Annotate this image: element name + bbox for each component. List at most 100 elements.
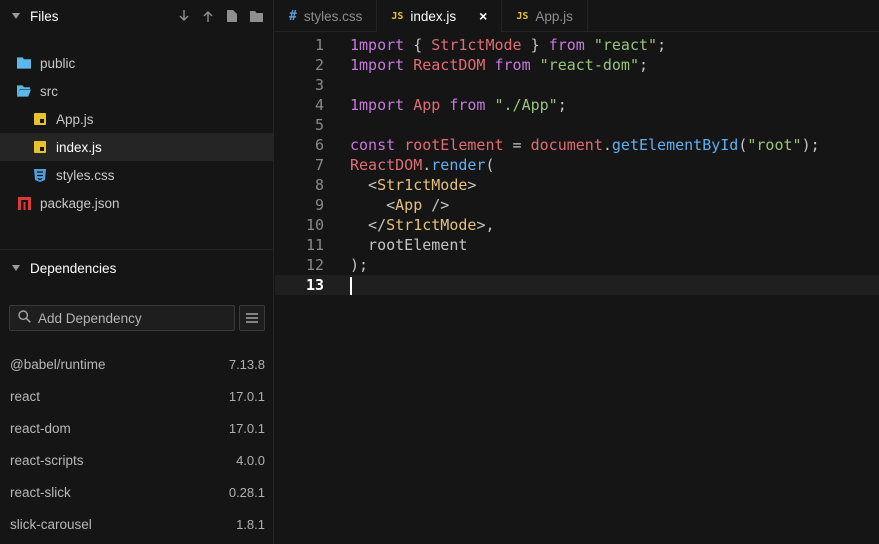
dependency-row[interactable]: react 17.0.1 (0, 380, 273, 412)
code-token: document (530, 136, 603, 154)
new-file-icon[interactable] (225, 8, 239, 24)
js-file-icon (33, 112, 47, 126)
dependency-name: react-slick (10, 484, 71, 500)
code-line: 3 (275, 75, 879, 95)
file-tree-item[interactable]: index.js (0, 133, 273, 161)
file-name: App.js (56, 111, 94, 127)
js-file-icon: JS (391, 10, 404, 22)
file-name: index.js (56, 139, 102, 155)
line-number: 3 (314, 76, 324, 94)
code-token: = (503, 136, 531, 154)
code-token: "./App" (494, 96, 558, 114)
file-tree-item[interactable]: src (0, 77, 273, 105)
code-token: ( (485, 156, 495, 174)
dependency-name: @babel/runtime (10, 356, 106, 372)
line-content: ); (324, 255, 368, 275)
line-number: 8 (314, 176, 324, 194)
file-tree-item[interactable]: package.json (0, 189, 273, 217)
dependency-search-row (0, 286, 273, 331)
dependency-name: react-scripts (10, 452, 84, 468)
new-folder-icon[interactable] (249, 8, 263, 24)
code-token: { (404, 36, 432, 54)
dependency-row[interactable]: @babel/runtime 7.13.8 (0, 348, 273, 380)
code-token: from (548, 36, 585, 54)
line-content: ReactDOM.render( (324, 155, 495, 175)
dependency-row[interactable]: react-scripts 4.0.0 (0, 444, 273, 476)
editor-tabs: # styles.css JS index.js × JS App.js (275, 0, 879, 32)
line-content: 1mport { Str1ctMode } from "react"; (324, 35, 666, 55)
code-token: rootElement (404, 136, 504, 154)
line-number: 11 (305, 236, 324, 254)
file-name: src (40, 83, 58, 99)
line-number: 12 (305, 256, 324, 274)
files-panel-header[interactable]: Files (0, 0, 273, 32)
code-area[interactable]: 1 1mport { Str1ctMode } from "react"; 2 1mp… (275, 32, 879, 295)
arrow-down-icon[interactable] (177, 8, 191, 24)
file-name: package.json (40, 195, 120, 211)
code-token: 1mport (350, 96, 405, 114)
code-token: } (521, 36, 549, 54)
code-line: 12); (275, 255, 879, 275)
text-cursor (350, 276, 352, 295)
dependencies-panel-header[interactable]: Dependencies (0, 250, 273, 286)
dependency-search-input[interactable] (38, 310, 218, 326)
editor-tab[interactable]: JS index.js × (377, 0, 503, 32)
line-content: const rootElement = document.getElementB… (324, 135, 820, 155)
line-number: 2 (314, 56, 324, 74)
line-content: rootElement (324, 235, 467, 255)
editor-tab[interactable]: JS App.js (502, 0, 588, 32)
collapse-caret-icon[interactable] (12, 13, 20, 19)
code-token: </ (350, 216, 387, 234)
js-file-icon (33, 140, 47, 154)
code-token: 1mport (350, 36, 405, 54)
code-token: App (413, 96, 441, 114)
file-tree-item[interactable]: styles.css (0, 161, 273, 189)
code-line: 8 <Str1ctMode> (275, 175, 879, 195)
dependency-version: 17.0.1 (228, 388, 265, 404)
code-token: ); (801, 136, 820, 154)
code-line: 9 <App /> (275, 195, 879, 215)
code-token: "react" (593, 36, 658, 54)
code-line: 11 rootElement (275, 235, 879, 255)
dependency-row[interactable]: slick-carousel 1.8.1 (0, 508, 273, 540)
collapse-caret-icon[interactable] (12, 265, 20, 271)
arrow-up-icon[interactable] (201, 8, 215, 24)
close-icon[interactable]: × (479, 8, 487, 24)
code-token: 1mport (350, 56, 405, 74)
line-number: 5 (314, 116, 324, 134)
dependency-menu-button[interactable] (239, 305, 265, 331)
file-tree-item[interactable]: App.js (0, 105, 273, 133)
file-tree-item[interactable]: public (0, 49, 273, 77)
code-token: < (350, 176, 378, 194)
dependency-name: react (10, 388, 41, 404)
tab-label: styles.css (303, 8, 363, 24)
code-token: ; (557, 96, 567, 114)
code-token: Str1ctMode (377, 176, 468, 194)
code-line: 10 </Str1ctMode>, (275, 215, 879, 235)
css-file-icon: # (289, 8, 297, 24)
code-line: 2 1mport ReactDOM from "react-dom"; (275, 55, 879, 75)
line-number: 4 (314, 96, 324, 114)
dependencies-panel: Dependencies @babel/runtime 7.13.8 react 17… (0, 249, 273, 540)
code-token: Str1ctMode (386, 216, 477, 234)
dependency-version: 7.13.8 (228, 356, 265, 372)
file-name: styles.css (56, 167, 115, 183)
line-content (324, 115, 350, 135)
editor-tab[interactable]: # styles.css (275, 0, 378, 32)
dependency-row[interactable]: react-slick 0.28.1 (0, 476, 273, 508)
code-line: 6 const rootElement = document.getElement… (275, 135, 879, 155)
dependency-search-box[interactable] (9, 305, 236, 331)
code-token: ReactDOM (350, 156, 423, 174)
line-content (324, 275, 352, 295)
dependency-version: 4.0.0 (236, 452, 265, 468)
code-token: ); (350, 256, 369, 274)
code-token: . (422, 156, 432, 174)
line-content: 1mport App from "./App"; (324, 95, 567, 115)
dependency-version: 0.28.1 (228, 484, 265, 500)
dependency-name: react-dom (10, 420, 71, 436)
dependency-row[interactable]: react-dom 17.0.1 (0, 412, 273, 444)
folder-open-icon (17, 84, 31, 98)
file-name: public (40, 55, 76, 71)
